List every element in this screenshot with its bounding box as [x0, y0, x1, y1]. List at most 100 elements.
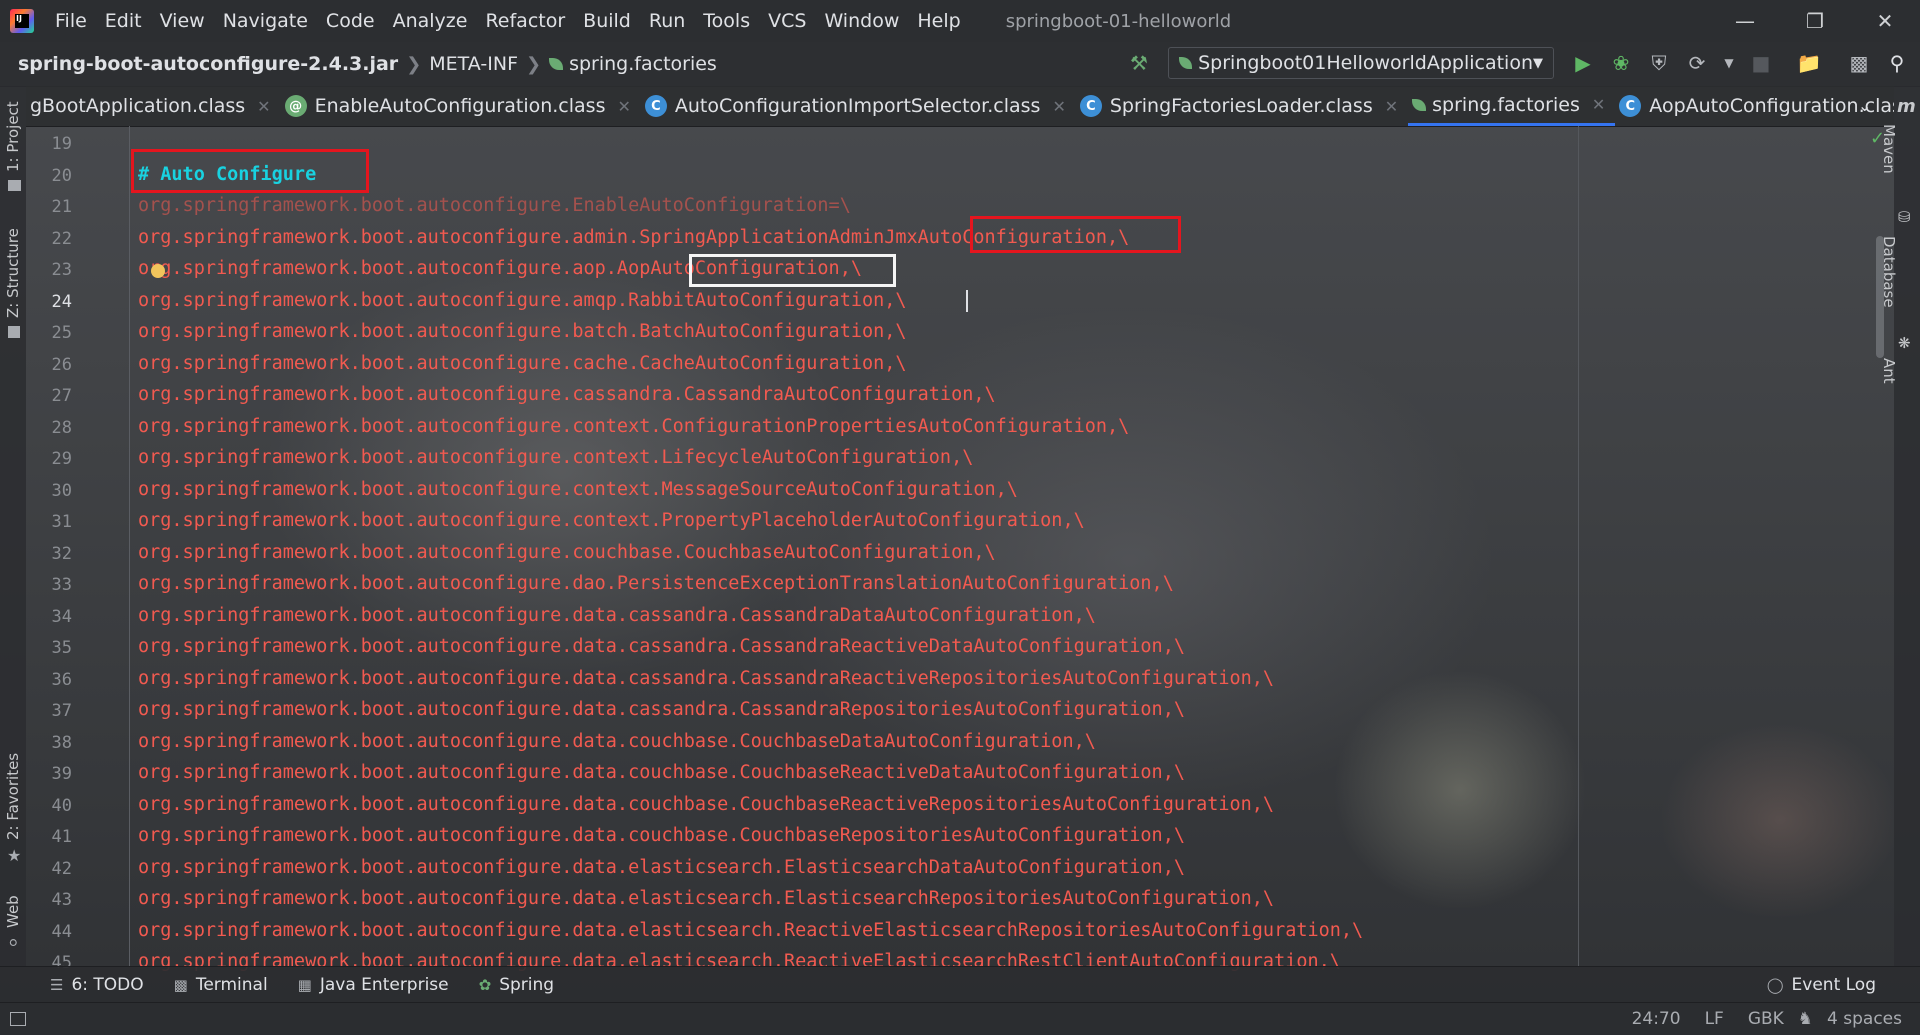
code-line[interactable]: org.springframework.boot.autoconfigure.d… — [138, 636, 1185, 657]
line-number: 41 — [51, 827, 72, 847]
project-structure-icon[interactable]: 📁 — [1796, 50, 1822, 76]
close-tab-icon[interactable]: ✕ — [1052, 97, 1065, 116]
menu-view[interactable]: View — [160, 10, 205, 32]
readonly-lock-icon[interactable]: ♞ — [1798, 1009, 1813, 1029]
code-line[interactable]: org.springframework.boot.autoconfigure.c… — [138, 353, 907, 374]
tool-window-todo[interactable]: ☰ 6: TODO — [50, 975, 144, 995]
annotation-icon: @ — [284, 95, 307, 117]
tool-tab-project[interactable]: 1: Project — [4, 101, 22, 172]
tool-window-terminal[interactable]: ▩ Terminal — [174, 975, 268, 995]
menu-file[interactable]: File — [55, 10, 87, 32]
text-caret — [966, 290, 968, 312]
close-tab-icon[interactable]: ✕ — [257, 97, 270, 116]
code-line[interactable]: org.springframework.boot.autoconfigure.a… — [138, 290, 907, 311]
menu-build[interactable]: Build — [583, 10, 631, 32]
run-icon[interactable]: ▶ — [1570, 50, 1596, 76]
stop-icon[interactable]: ■ — [1748, 50, 1774, 76]
restore-icon[interactable]: ❐ — [1780, 0, 1850, 42]
code-line[interactable]: org.springframework.boot.autoconfigure.d… — [138, 699, 1185, 720]
minimize-icon[interactable]: — — [1710, 0, 1780, 42]
tab-enableautoconfiguration[interactable]: @ EnableAutoConfiguration.class ✕ — [281, 86, 641, 126]
line-number: 21 — [51, 197, 72, 217]
highlight-box-auto-configure — [131, 149, 369, 193]
line-separator[interactable]: LF — [1705, 1009, 1724, 1029]
event-log-button[interactable]: ◯ Event Log — [1767, 975, 1876, 995]
tool-tab-web[interactable]: Web — [4, 895, 22, 928]
menu-vcs[interactable]: VCS — [768, 10, 806, 32]
close-tab-icon[interactable]: ✕ — [617, 97, 630, 116]
tool-tab-structure[interactable]: Z: Structure — [4, 228, 22, 318]
coverage-icon[interactable]: ⛨ — [1646, 50, 1672, 76]
code-line[interactable]: org.springframework.boot.autoconfigure.d… — [138, 920, 1363, 941]
menu-code[interactable]: Code — [326, 10, 375, 32]
menu-analyze[interactable]: Analyze — [393, 10, 468, 32]
code-line[interactable]: org.springframework.boot.autoconfigure.d… — [138, 731, 1096, 752]
code-line[interactable]: org.springframework.boot.autoconfigure.d… — [138, 794, 1274, 815]
menu-edit[interactable]: Edit — [105, 10, 142, 32]
terminal-window-icon[interactable]: ▩ — [1846, 50, 1872, 76]
code-line[interactable]: org.springframework.boot.autoconfigure.d… — [138, 857, 1185, 878]
window-title: springboot-01-helloworld — [1005, 10, 1232, 32]
code-line[interactable]: org.springframework.boot.autoconfigure.c… — [138, 542, 996, 563]
code-line[interactable]: org.springframework.boot.autoconfigure.c… — [138, 416, 1129, 437]
intention-bulb-icon[interactable] — [151, 264, 165, 278]
file-encoding[interactable]: GBK — [1748, 1009, 1784, 1029]
code-line[interactable]: org.springframework.boot.autoconfigure.c… — [138, 479, 1018, 500]
code-line[interactable]: org.springframework.boot.autoconfigure.b… — [138, 321, 907, 342]
tab-label: spring.factories — [1432, 93, 1580, 116]
close-window-icon[interactable]: ✕ — [1850, 0, 1920, 42]
debug-icon[interactable]: ❀ — [1608, 50, 1634, 76]
code-line[interactable]: org.springframework.boot.autoconfigure.c… — [138, 510, 1085, 531]
tool-tab-ant[interactable]: Ant — [1880, 358, 1898, 384]
code-line[interactable]: org.springframework.boot.autoconfigure.c… — [138, 384, 996, 405]
profiler-dropdown-icon[interactable]: ▼ — [1716, 50, 1742, 76]
code-line[interactable]: org.springframework.boot.autoconfigure.d… — [138, 762, 1185, 783]
tab-aopautoconfiguration[interactable]: C AopAutoConfiguration.class ✕ — [1615, 86, 1894, 126]
tool-window-spring[interactable]: ✿ Spring — [479, 975, 554, 995]
search-icon[interactable]: ⚲ — [1884, 50, 1910, 76]
breadcrumb-folder[interactable]: META-INF — [429, 53, 518, 75]
line-number: 31 — [51, 512, 72, 532]
menu-tools[interactable]: Tools — [703, 10, 750, 32]
run-configuration-select[interactable]: Springboot01HelloworldApplication ▼ — [1168, 47, 1554, 79]
tab-springbootapplication[interactable]: gBootApplication.class ✕ — [26, 86, 281, 126]
ant-icon: ❋ — [1898, 334, 1911, 352]
code-line[interactable]: org.springframework.boot.autoconfigure.d… — [138, 573, 1174, 594]
close-tab-icon[interactable]: ✕ — [1385, 97, 1398, 116]
menu-window[interactable]: Window — [824, 10, 899, 32]
menu-run[interactable]: Run — [649, 10, 685, 32]
profiler-icon[interactable]: ⟳ — [1684, 50, 1710, 76]
tab-autoconfigurationimportselector[interactable]: C AutoConfigurationImportSelector.class … — [641, 86, 1076, 126]
tab-spring-factories[interactable]: spring.factories ✕ — [1408, 86, 1616, 126]
tool-window-java-enterprise[interactable]: ▦ Java Enterprise — [298, 975, 449, 995]
build-hammer-icon[interactable]: ⚒ — [1126, 50, 1152, 76]
maven-icon: m — [1897, 96, 1916, 117]
line-number: 39 — [51, 764, 72, 784]
menu-help[interactable]: Help — [917, 10, 960, 32]
tabs-dropdown-icon[interactable]: ⌄ — [1858, 96, 1871, 115]
code-line[interactable]: org.springframework.boot.autoconfigure.E… — [138, 195, 851, 216]
structure-icon — [8, 326, 20, 338]
line-number: 36 — [51, 670, 72, 690]
spring-leaf-icon — [1412, 98, 1427, 111]
code-line[interactable]: org.springframework.boot.autoconfigure.d… — [138, 668, 1274, 689]
menu-navigate[interactable]: Navigate — [223, 10, 308, 32]
menu-refactor[interactable]: Refactor — [485, 10, 565, 32]
spring-leaf-icon — [549, 58, 564, 70]
code-line[interactable]: org.springframework.boot.autoconfigure.d… — [138, 825, 1185, 846]
close-tab-icon[interactable]: ✕ — [1592, 95, 1605, 114]
code-line[interactable]: org.springframework.boot.autoconfigure.d… — [138, 605, 1096, 626]
breadcrumb-file[interactable]: spring.factories — [569, 53, 717, 75]
editor-scrollbar[interactable] — [1876, 236, 1884, 358]
breadcrumb-jar[interactable]: spring-boot-autoconfigure-2.4.3.jar — [18, 53, 398, 75]
caret-position[interactable]: 24:70 — [1632, 1009, 1681, 1029]
line-number: 43 — [51, 890, 72, 910]
toggle-tool-windows-icon[interactable] — [10, 1012, 26, 1026]
inspection-ok-icon[interactable]: ✓ — [1870, 128, 1885, 149]
tool-tab-favorites[interactable]: 2: Favorites — [4, 753, 22, 840]
indent-setting[interactable]: 4 spaces — [1827, 1009, 1902, 1029]
database-icon: ⛁ — [1898, 208, 1911, 226]
code-line[interactable]: org.springframework.boot.autoconfigure.d… — [138, 888, 1274, 909]
tab-springfactoriesloader[interactable]: C SpringFactoriesLoader.class ✕ — [1076, 86, 1408, 126]
code-line[interactable]: org.springframework.boot.autoconfigure.c… — [138, 447, 973, 468]
